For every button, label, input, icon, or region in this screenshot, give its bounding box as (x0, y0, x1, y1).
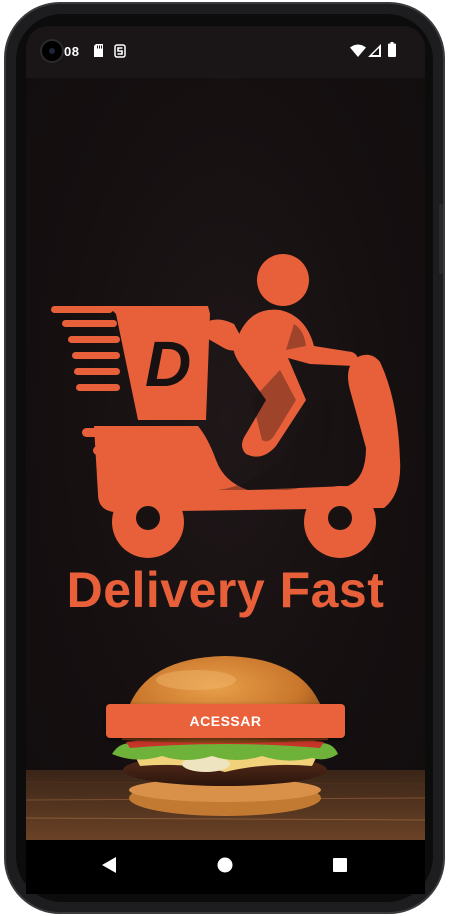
battery-icon (388, 42, 396, 57)
signal-icon (368, 44, 381, 57)
delivery-scooter-logo: D (51, 254, 401, 558)
status-time: 08 (64, 44, 80, 59)
access-button[interactable]: ACESSAR (106, 704, 345, 738)
logo-letter: D (145, 328, 191, 400)
recents-icon[interactable] (333, 858, 347, 872)
app-title: Delivery Fast (66, 562, 385, 618)
back-icon[interactable] (100, 856, 118, 874)
sd-card-icon (94, 44, 103, 57)
burger-image (26, 656, 425, 840)
volume-button (439, 204, 443, 274)
front-camera (40, 39, 64, 63)
home-icon[interactable] (217, 857, 233, 873)
wifi-icon (350, 44, 366, 57)
s-notification-icon (114, 44, 126, 58)
